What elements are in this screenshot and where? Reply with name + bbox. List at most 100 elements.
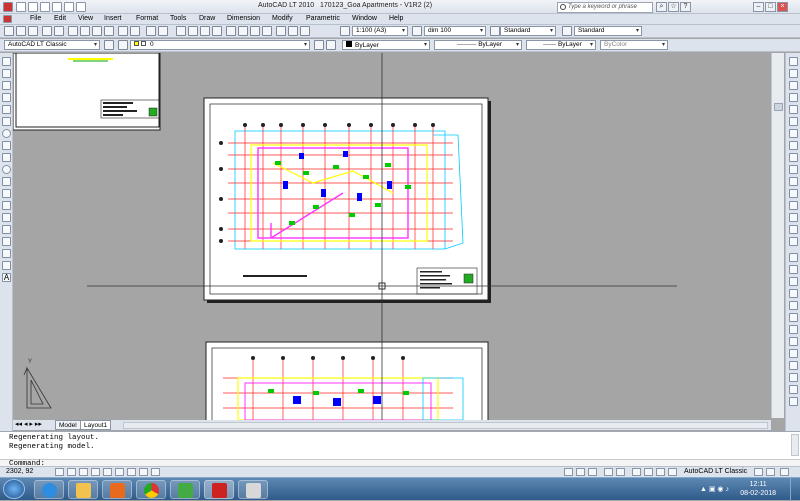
menu-format[interactable]: Format	[136, 15, 158, 22]
taskbar-media[interactable]	[102, 480, 132, 499]
lwt-toggle[interactable]	[139, 468, 148, 476]
layer-previous-icon[interactable]	[326, 40, 336, 50]
minimize-button[interactable]: –	[753, 2, 764, 12]
plotstyle-select[interactable]: ByColor	[600, 40, 668, 50]
menu-view[interactable]: View	[78, 15, 93, 22]
construction-line-icon[interactable]	[2, 69, 11, 78]
redo-icon[interactable]	[158, 26, 168, 36]
tool-palettes-icon[interactable]	[250, 26, 260, 36]
dim-style-select[interactable]: dim 100	[424, 26, 486, 36]
offset-icon[interactable]	[789, 93, 798, 102]
preview-icon[interactable]	[54, 26, 64, 36]
layer-manager-icon[interactable]	[118, 40, 128, 50]
properties-icon[interactable]	[226, 26, 236, 36]
osnap-node-icon[interactable]	[789, 361, 798, 370]
taskbar-app7[interactable]	[238, 480, 268, 499]
arc-icon[interactable]	[2, 117, 11, 126]
chamfer-icon[interactable]	[789, 213, 798, 222]
fillet-icon[interactable]	[789, 225, 798, 234]
osnap-toggle[interactable]	[103, 468, 112, 476]
vertical-scrollbar[interactable]	[771, 53, 784, 418]
ellipse-icon[interactable]	[2, 165, 11, 174]
taskbar-autocad[interactable]	[204, 480, 234, 499]
hatch-icon[interactable]	[2, 225, 11, 234]
workspace-settings-icon[interactable]	[104, 40, 114, 50]
star-icon[interactable]: ☆	[668, 2, 679, 12]
insert-block-icon[interactable]	[2, 189, 11, 198]
quick-layouts-icon[interactable]	[576, 468, 585, 476]
grid-toggle[interactable]	[67, 468, 76, 476]
join-icon[interactable]	[789, 201, 798, 210]
open-file-icon[interactable]	[28, 2, 38, 12]
array-icon[interactable]	[789, 105, 798, 114]
block-editor-icon[interactable]	[118, 26, 128, 36]
maximize-button[interactable]: □	[765, 2, 776, 12]
start-button[interactable]	[3, 479, 25, 499]
menu-tools[interactable]: Tools	[170, 15, 186, 22]
region-icon[interactable]	[2, 249, 11, 258]
break-icon[interactable]	[789, 189, 798, 198]
clock[interactable]: 12:11 08-02-2018	[740, 480, 776, 498]
quick-drawings-icon[interactable]	[588, 468, 597, 476]
pan-status-icon[interactable]	[604, 468, 613, 476]
help-icon[interactable]: ?	[680, 2, 691, 12]
status-menu-icon[interactable]	[766, 468, 775, 476]
menu-parametric[interactable]: Parametric	[306, 15, 340, 22]
search-input[interactable]: Type a keyword or phrase	[557, 2, 653, 13]
zoom-status-icon[interactable]	[616, 468, 625, 476]
clean-screen-icon[interactable]	[780, 468, 789, 476]
taskbar-chrome[interactable]	[136, 480, 166, 499]
osnap-perpendicular-icon[interactable]	[789, 325, 798, 334]
trim-icon[interactable]	[789, 165, 798, 174]
table-style-icon[interactable]	[562, 26, 572, 36]
layer-select[interactable]: 0	[130, 40, 310, 50]
osnap-settings-icon[interactable]	[789, 397, 798, 406]
rectangle-icon[interactable]	[2, 105, 11, 114]
taskbar-ie[interactable]	[34, 480, 64, 499]
doc-icon[interactable]	[3, 15, 12, 23]
zoom-realtime-icon[interactable]	[188, 26, 198, 36]
tab-model[interactable]: Model	[55, 420, 81, 430]
annotation-visibility-icon[interactable]	[644, 468, 653, 476]
scale-icon[interactable]	[789, 141, 798, 150]
qp-toggle[interactable]	[151, 468, 160, 476]
osnap-parallel-icon[interactable]	[789, 337, 798, 346]
text-style-manager-icon[interactable]	[490, 26, 500, 36]
tab-layout1[interactable]: Layout1	[80, 420, 112, 430]
circle-icon[interactable]	[2, 129, 11, 138]
text-style-select[interactable]: Standard	[500, 26, 556, 36]
gradient-icon[interactable]	[2, 237, 11, 246]
workspace-status[interactable]: AutoCAD LT Classic	[684, 468, 747, 475]
match-properties-icon[interactable]	[104, 26, 114, 36]
toolbar-lock-icon[interactable]	[754, 468, 763, 476]
plot-icon[interactable]	[76, 2, 86, 12]
annotation-autoscale-icon[interactable]	[656, 468, 665, 476]
redo-icon[interactable]	[64, 2, 74, 12]
menu-insert[interactable]: Insert	[104, 15, 122, 22]
undo-icon[interactable]	[52, 2, 62, 12]
osnap-insert-icon[interactable]	[789, 349, 798, 358]
scroll-thumb[interactable]	[774, 103, 783, 111]
drawing-area[interactable]: Y	[13, 53, 771, 420]
explode-icon[interactable]	[789, 237, 798, 246]
menu-modify[interactable]: Modify	[272, 15, 293, 22]
dyn-toggle[interactable]	[127, 468, 136, 476]
osnap-tangent-icon[interactable]	[789, 313, 798, 322]
horizontal-scrollbar[interactable]	[123, 422, 768, 429]
extend-icon[interactable]	[789, 177, 798, 186]
save-icon[interactable]	[28, 26, 38, 36]
mirror-icon[interactable]	[789, 81, 798, 90]
move-icon[interactable]	[789, 117, 798, 126]
show-desktop-button[interactable]	[790, 478, 800, 501]
osnap-quadrant-icon[interactable]	[789, 301, 798, 310]
multiline-text-icon[interactable]: A	[2, 273, 11, 282]
annotation-scale-icon[interactable]	[632, 468, 641, 476]
new-icon[interactable]	[4, 26, 14, 36]
revcloud-icon[interactable]	[2, 141, 11, 150]
stretch-icon[interactable]	[789, 153, 798, 162]
otrack-toggle[interactable]	[115, 468, 124, 476]
point-icon[interactable]	[2, 213, 11, 222]
polar-toggle[interactable]	[91, 468, 100, 476]
help-icon[interactable]	[300, 26, 310, 36]
osnap-intersection-icon[interactable]	[789, 277, 798, 286]
